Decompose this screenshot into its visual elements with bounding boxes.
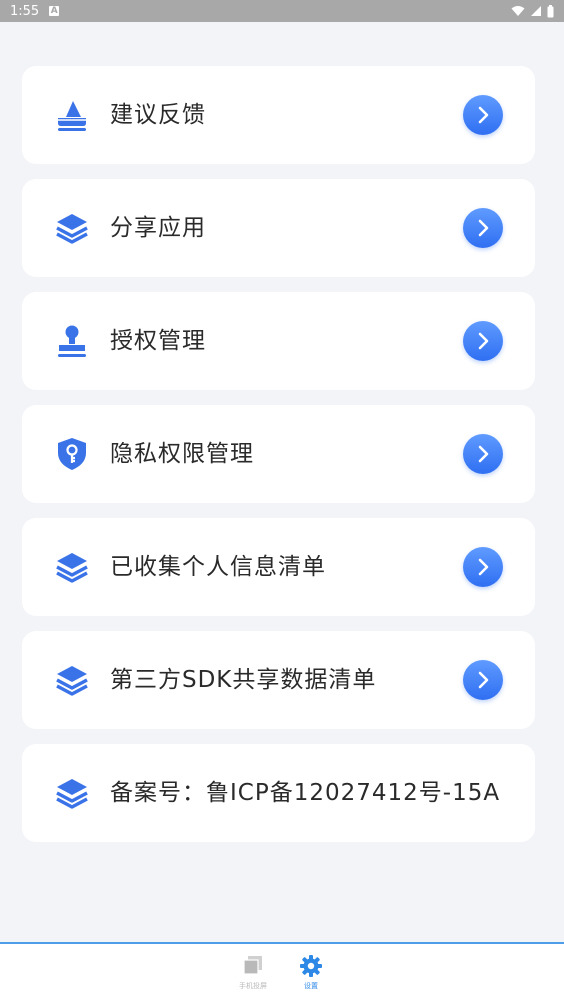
wifi-icon — [511, 6, 525, 16]
mirror-icon — [243, 956, 262, 975]
menu-item-icp-record[interactable]: 备案号：鲁ICP备12027412号-15A — [22, 744, 535, 842]
menu-item-label: 建议反馈 — [110, 102, 206, 128]
signal-icon — [531, 6, 541, 16]
menu-item-privacy-permissions[interactable]: 隐私权限管理 — [22, 405, 535, 503]
notification-icon: A — [49, 6, 60, 16]
battery-icon — [547, 4, 554, 17]
chevron-right-icon[interactable] — [463, 208, 503, 248]
chevron-right-icon[interactable] — [463, 434, 503, 474]
menu-item-share-app[interactable]: 分享应用 — [22, 179, 535, 277]
menu-item-label: 隐私权限管理 — [110, 441, 254, 467]
menu-item-label: 第三方SDK共享数据清单 — [110, 667, 377, 693]
stamp-icon — [58, 325, 86, 357]
menu-item-third-party-sdk-list[interactable]: 第三方SDK共享数据清单 — [22, 631, 535, 729]
bottom-nav: 手机投屏 设置 — [0, 942, 564, 1004]
layers-icon — [56, 779, 88, 809]
layers-icon — [56, 214, 88, 244]
menu-item-label: 授权管理 — [110, 328, 206, 354]
chevron-right-icon[interactable] — [463, 660, 503, 700]
menu-item-label: 已收集个人信息清单 — [110, 554, 326, 580]
settings-list: 建议反馈 分享应用 授权管理 隐私权限管理 已收集个人信息清单 第三方SDK共享… — [0, 22, 564, 942]
status-icons — [511, 4, 554, 18]
menu-item-feedback[interactable]: 建议反馈 — [22, 66, 535, 164]
tab-label: 手机投屏 — [239, 982, 267, 990]
tab-screen-mirror[interactable]: 手机投屏 — [233, 954, 273, 1002]
status-bar: 1:55 A — [0, 0, 564, 22]
menu-item-label: 分享应用 — [110, 215, 206, 241]
menu-item-personal-info-list[interactable]: 已收集个人信息清单 — [22, 518, 535, 616]
gear-icon — [300, 955, 322, 977]
chevron-right-icon[interactable] — [463, 95, 503, 135]
tab-label: 设置 — [304, 982, 318, 990]
layers-icon — [56, 666, 88, 696]
chevron-right-icon[interactable] — [463, 321, 503, 361]
menu-item-authorization[interactable]: 授权管理 — [22, 292, 535, 390]
layers-icon — [56, 553, 88, 583]
menu-item-label: 备案号：鲁ICP备12027412号-15A — [110, 780, 501, 806]
tab-settings[interactable]: 设置 — [291, 954, 331, 1002]
chevron-right-icon[interactable] — [463, 547, 503, 587]
feedback-icon — [58, 101, 86, 131]
status-time: 1:55 — [10, 3, 40, 19]
shield-key-icon — [58, 438, 86, 470]
